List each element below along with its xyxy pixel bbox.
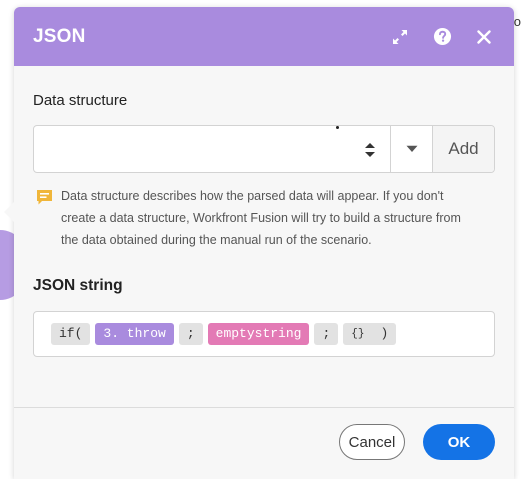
close-icon[interactable] [473, 26, 495, 48]
data-structure-dropdown-button[interactable] [391, 126, 433, 172]
updown-arrows-icon [365, 143, 375, 157]
token-variable[interactable]: 3. throw [95, 323, 174, 345]
json-modal: JSON Data structure Add Data structure d… [14, 7, 514, 479]
data-structure-label: Data structure [33, 92, 128, 109]
token-close-paren[interactable]: ) [372, 323, 397, 345]
token-separator[interactable]: ; [314, 323, 339, 345]
modal-header: JSON [14, 7, 514, 66]
modal-pointer [4, 200, 16, 224]
modal-body: Data structure Add Data structure descri… [14, 66, 514, 357]
token-separator[interactable]: ; [178, 323, 203, 345]
modal-title: JSON [33, 25, 86, 47]
screen: o JSON Data structure Add Data structure… [0, 0, 521, 479]
background-partial-text: o [513, 14, 521, 29]
cursor-dot [336, 126, 339, 129]
hint-text: Data structure describes how the parsed … [61, 189, 461, 247]
expand-icon[interactable] [389, 26, 411, 48]
json-string-label: JSON string [33, 277, 123, 294]
json-string-section: JSON string if( 3. throw ; emptystring ;… [33, 277, 495, 357]
cancel-button[interactable]: Cancel [339, 424, 405, 460]
data-structure-select-field[interactable] [34, 126, 391, 172]
data-structure-select: Add [33, 125, 495, 173]
add-data-structure-button[interactable]: Add [433, 126, 494, 172]
token-empty-object[interactable]: {} [343, 323, 373, 345]
json-string-input[interactable]: if( 3. throw ; emptystring ; {} ) [33, 311, 495, 357]
token-keyword-emptystring[interactable]: emptystring [207, 323, 310, 345]
token-function-if[interactable]: if( [51, 323, 91, 345]
ok-button[interactable]: OK [423, 424, 495, 460]
modal-footer: Cancel OK [14, 407, 514, 479]
help-icon[interactable] [431, 26, 453, 48]
message-icon [37, 190, 52, 205]
data-structure-hint: Data structure describes how the parsed … [33, 187, 495, 251]
chevron-down-icon [406, 145, 417, 152]
